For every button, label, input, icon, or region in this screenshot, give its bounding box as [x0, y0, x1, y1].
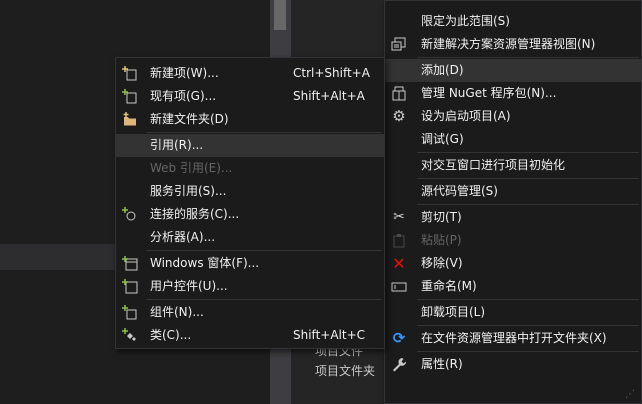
windows-form-icon	[122, 256, 138, 271]
nuget-package-icon	[391, 86, 407, 101]
submenu-item-connected-services[interactable]: 连接的服务(C)...	[116, 203, 384, 226]
paste-icon	[391, 233, 407, 248]
resize-grip-icon: ⋰	[625, 389, 635, 400]
menu-separator	[417, 351, 639, 352]
menu-item-paste[interactable]: 粘贴(P)	[385, 229, 641, 252]
component-icon	[122, 305, 138, 320]
menu-item-new-explorer-view[interactable]: 新建解决方案资源管理器视图(N)	[385, 33, 641, 56]
wrench-icon	[391, 357, 407, 372]
submenu-item-class[interactable]: 类(C)... Shift+Alt+C	[116, 324, 384, 347]
menu-separator	[417, 204, 639, 205]
submenu-item-new-item[interactable]: 新建项(W)... Ctrl+Shift+A	[116, 62, 384, 85]
menu-item-set-startup[interactable]: ⚙ 设为启动项目(A)	[385, 105, 641, 128]
rename-icon	[391, 279, 407, 294]
editor-scrollbar-thumb[interactable]	[274, 0, 286, 30]
menu-item-unload-project[interactable]: 卸载项目(L)	[385, 301, 641, 324]
editor-selection-band	[0, 244, 120, 270]
menu-separator	[417, 152, 639, 153]
submenu-item-component[interactable]: 组件(N)...	[116, 301, 384, 324]
refresh-arrow-icon: ⟳	[392, 329, 406, 347]
scissors-icon: ✂	[393, 209, 405, 225]
menu-item-properties[interactable]: 属性(R)	[385, 353, 641, 376]
menu-item-manage-nuget[interactable]: 管理 NuGet 程序包(N)...	[385, 82, 641, 105]
new-folder-icon	[122, 112, 138, 127]
menu-separator	[146, 299, 382, 300]
menu-item-remove[interactable]: ✕ 移除(V)	[385, 252, 641, 275]
user-control-icon	[122, 279, 138, 294]
context-menu: 限定为此范围(S) 新建解决方案资源管理器视图(N) 添加(D) 管理 NuGe…	[384, 0, 642, 404]
class-icon	[122, 328, 138, 343]
submenu-item-service-reference[interactable]: 服务引用(S)...	[116, 180, 384, 203]
add-submenu: 新建项(W)... Ctrl+Shift+A 现有项(G)... Shift+A…	[115, 57, 385, 349]
menu-separator	[417, 57, 639, 58]
new-view-icon	[391, 37, 407, 52]
submenu-item-new-folder[interactable]: 新建文件夹(D)	[116, 108, 384, 131]
existing-item-icon	[122, 89, 138, 104]
menu-separator	[417, 325, 639, 326]
menu-item-limit-scope[interactable]: 限定为此范围(S)	[385, 10, 641, 33]
new-item-icon	[122, 66, 138, 81]
menu-item-add[interactable]: 添加(D)	[385, 59, 641, 82]
menu-item-rename[interactable]: 重命名(M)	[385, 275, 641, 298]
menu-separator	[146, 250, 382, 251]
menu-separator	[146, 132, 382, 133]
menu-item-source-control[interactable]: 源代码管理(S)	[385, 180, 641, 203]
submenu-item-existing-item[interactable]: 现有项(G)... Shift+Alt+A	[116, 85, 384, 108]
red-x-icon: ✕	[392, 254, 406, 273]
menu-item-init-interactive[interactable]: 对交互窗口进行项目初始化	[385, 154, 641, 177]
menu-separator	[417, 178, 639, 179]
tree-item-project-folder[interactable]: 项目文件夹	[315, 364, 375, 379]
submenu-item-web-reference[interactable]: Web 引用(E)...	[116, 157, 384, 180]
gear-icon: ⚙	[392, 107, 406, 125]
menu-item-open-in-explorer[interactable]: ⟳ 在文件资源管理器中打开文件夹(X)	[385, 327, 641, 350]
submenu-item-analyzer[interactable]: 分析器(A)...	[116, 226, 384, 249]
menu-item-cut[interactable]: ✂ 剪切(T)	[385, 206, 641, 229]
submenu-item-windows-form[interactable]: Windows 窗体(F)...	[116, 252, 384, 275]
submenu-item-reference[interactable]: 引用(R)...	[116, 134, 384, 157]
connected-service-icon	[122, 207, 138, 222]
menu-separator	[417, 299, 639, 300]
menu-item-debug[interactable]: 调试(G)	[385, 128, 641, 151]
submenu-item-user-control[interactable]: 用户控件(U)...	[116, 275, 384, 298]
